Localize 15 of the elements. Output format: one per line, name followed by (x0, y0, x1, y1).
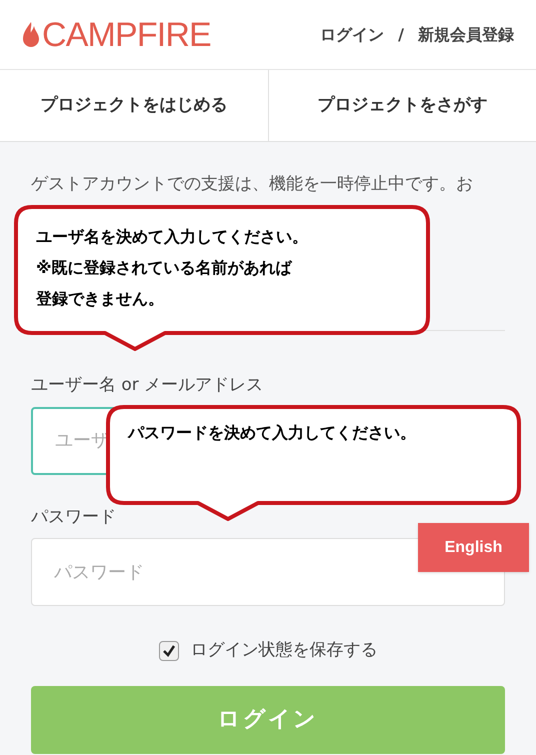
bubble-text: ユーザ名を決めて入力してください。 (36, 226, 308, 248)
field-label: パスワード (31, 506, 117, 528)
logo[interactable]: CAMPFIRE (42, 18, 211, 52)
check-icon (162, 644, 176, 658)
checkbox[interactable] (158, 640, 178, 661)
bubble-text: 登録できません。 (36, 288, 165, 310)
flame-icon (22, 20, 40, 48)
checkbox-label: ログイン状態を保存する (190, 639, 378, 662)
field-label: ユーザー名 or メールアドレス (31, 374, 264, 397)
bubble-text: ※既に登録されている名前があれば (36, 257, 294, 279)
header-link[interactable]: ログイン (320, 22, 384, 46)
separator-text: / (398, 24, 404, 46)
notice-text: ゲストアカウントでの支援は、機能を一時停止中です。お (31, 173, 474, 196)
header-link[interactable]: 新規会員登録 (418, 22, 514, 46)
bubble-text: パスワードを決めて入力してください。 (128, 422, 416, 444)
